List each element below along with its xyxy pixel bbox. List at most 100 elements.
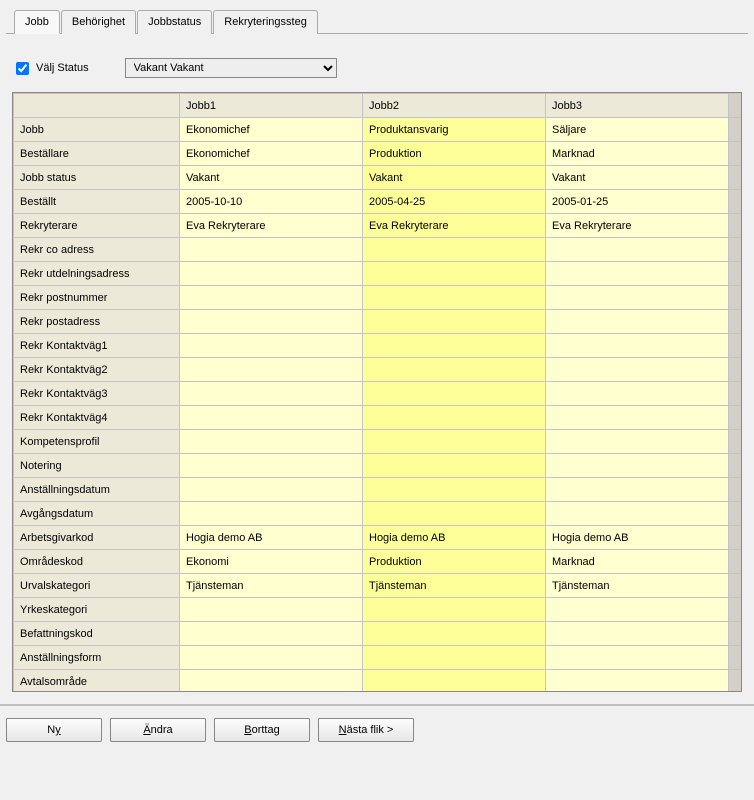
- grid-cell[interactable]: [180, 622, 363, 646]
- grid-cell[interactable]: [546, 334, 729, 358]
- grid-cell[interactable]: [180, 286, 363, 310]
- grid-cell[interactable]: [363, 430, 546, 454]
- scrollbar-track[interactable]: [729, 382, 743, 406]
- grid-cell[interactable]: Ekonomichef: [180, 118, 363, 142]
- grid-cell[interactable]: [363, 310, 546, 334]
- grid-cell[interactable]: [546, 382, 729, 406]
- col-header-jobb2[interactable]: Jobb2: [363, 94, 546, 118]
- grid-cell[interactable]: [363, 358, 546, 382]
- grid-cell[interactable]: 2005-01-25: [546, 190, 729, 214]
- grid-cell[interactable]: [546, 310, 729, 334]
- scrollbar-track[interactable]: [729, 598, 743, 622]
- valj-status-checkbox-wrap[interactable]: Välj Status: [12, 59, 89, 78]
- grid-cell[interactable]: [363, 622, 546, 646]
- grid-cell[interactable]: [180, 454, 363, 478]
- scrollbar-track[interactable]: [729, 358, 743, 382]
- tab-jobb[interactable]: Jobb: [14, 10, 60, 34]
- grid-cell[interactable]: [180, 238, 363, 262]
- scrollbar-track[interactable]: [729, 406, 743, 430]
- scrollbar-track[interactable]: [729, 238, 743, 262]
- grid-cell[interactable]: [180, 430, 363, 454]
- grid-cell[interactable]: [363, 286, 546, 310]
- grid-cell[interactable]: Produktansvarig: [363, 118, 546, 142]
- scrollbar-track[interactable]: [729, 166, 743, 190]
- grid-cell[interactable]: [363, 382, 546, 406]
- grid-cell[interactable]: Produktion: [363, 550, 546, 574]
- tab-jobbstatus[interactable]: Jobbstatus: [137, 10, 212, 34]
- grid-cell[interactable]: [363, 478, 546, 502]
- scrollbar-track[interactable]: [729, 118, 743, 142]
- grid-cell[interactable]: [363, 238, 546, 262]
- status-select[interactable]: Vakant Vakant: [125, 58, 337, 78]
- scrollbar-track[interactable]: [729, 142, 743, 166]
- scrollbar-track[interactable]: [729, 310, 743, 334]
- grid-cell[interactable]: [180, 670, 363, 693]
- grid-cell[interactable]: [180, 598, 363, 622]
- grid-cell[interactable]: Eva Rekryterare: [546, 214, 729, 238]
- grid-cell[interactable]: [363, 406, 546, 430]
- scrollbar-track[interactable]: [729, 646, 743, 670]
- grid-cell[interactable]: [180, 262, 363, 286]
- grid-cell[interactable]: Tjänsteman: [180, 574, 363, 598]
- grid-cell[interactable]: Eva Rekryterare: [363, 214, 546, 238]
- scrollbar-track[interactable]: [729, 670, 743, 693]
- scrollbar-track[interactable]: [729, 286, 743, 310]
- grid-cell[interactable]: [180, 334, 363, 358]
- grid-cell[interactable]: Ekonomi: [180, 550, 363, 574]
- grid-cell[interactable]: [546, 238, 729, 262]
- scrollbar-track[interactable]: [729, 478, 743, 502]
- grid-cell[interactable]: [180, 382, 363, 406]
- grid-cell[interactable]: Hogia demo AB: [546, 526, 729, 550]
- grid-cell[interactable]: Produktion: [363, 142, 546, 166]
- grid-cell[interactable]: Eva Rekryterare: [180, 214, 363, 238]
- grid-cell[interactable]: [546, 358, 729, 382]
- grid-cell[interactable]: Ekonomichef: [180, 142, 363, 166]
- grid-cell[interactable]: [180, 646, 363, 670]
- grid-cell[interactable]: Hogia demo AB: [180, 526, 363, 550]
- scrollbar-track[interactable]: [729, 526, 743, 550]
- grid-cell[interactable]: [363, 646, 546, 670]
- grid-cell[interactable]: Tjänsteman: [546, 574, 729, 598]
- grid-cell[interactable]: [363, 502, 546, 526]
- grid-cell[interactable]: [363, 454, 546, 478]
- nasta-flik-button[interactable]: Nästa flik >: [318, 718, 414, 742]
- grid-cell[interactable]: Vakant: [546, 166, 729, 190]
- grid-cell[interactable]: 2005-10-10: [180, 190, 363, 214]
- tab-behorighet[interactable]: Behörighet: [61, 10, 136, 34]
- scrollbar-track[interactable]: [729, 334, 743, 358]
- grid-cell[interactable]: Vakant: [363, 166, 546, 190]
- scrollbar-track[interactable]: [729, 214, 743, 238]
- grid-cell[interactable]: [546, 454, 729, 478]
- scrollbar-track[interactable]: [729, 454, 743, 478]
- grid-cell[interactable]: [180, 502, 363, 526]
- grid-cell[interactable]: [546, 262, 729, 286]
- ny-button[interactable]: Ny: [6, 718, 102, 742]
- grid-cell[interactable]: [546, 622, 729, 646]
- grid-cell[interactable]: Säljare: [546, 118, 729, 142]
- scrollbar-track[interactable]: [729, 502, 743, 526]
- andra-button[interactable]: Ändra: [110, 718, 206, 742]
- grid-cell[interactable]: [180, 310, 363, 334]
- tab-rekryteringssteg[interactable]: Rekryteringssteg: [213, 10, 318, 34]
- scrollbar-track[interactable]: [729, 622, 743, 646]
- grid-cell[interactable]: [546, 478, 729, 502]
- grid-cell[interactable]: [363, 670, 546, 693]
- col-header-jobb1[interactable]: Jobb1: [180, 94, 363, 118]
- grid-cell[interactable]: [363, 262, 546, 286]
- col-header-jobb3[interactable]: Jobb3: [546, 94, 729, 118]
- grid-cell[interactable]: Tjänsteman: [363, 574, 546, 598]
- scrollbar-track[interactable]: [729, 262, 743, 286]
- grid-cell[interactable]: [546, 406, 729, 430]
- grid-cell[interactable]: Marknad: [546, 550, 729, 574]
- grid-cell[interactable]: Marknad: [546, 142, 729, 166]
- grid-cell[interactable]: [546, 646, 729, 670]
- grid-cell[interactable]: [546, 286, 729, 310]
- grid-cell[interactable]: [180, 478, 363, 502]
- grid-cell[interactable]: [180, 358, 363, 382]
- grid-cell[interactable]: Vakant: [180, 166, 363, 190]
- borttag-button[interactable]: Borttag: [214, 718, 310, 742]
- scrollbar-track[interactable]: [729, 574, 743, 598]
- scrollbar-track[interactable]: [729, 190, 743, 214]
- grid-cell[interactable]: [546, 670, 729, 693]
- grid-cell[interactable]: Hogia demo AB: [363, 526, 546, 550]
